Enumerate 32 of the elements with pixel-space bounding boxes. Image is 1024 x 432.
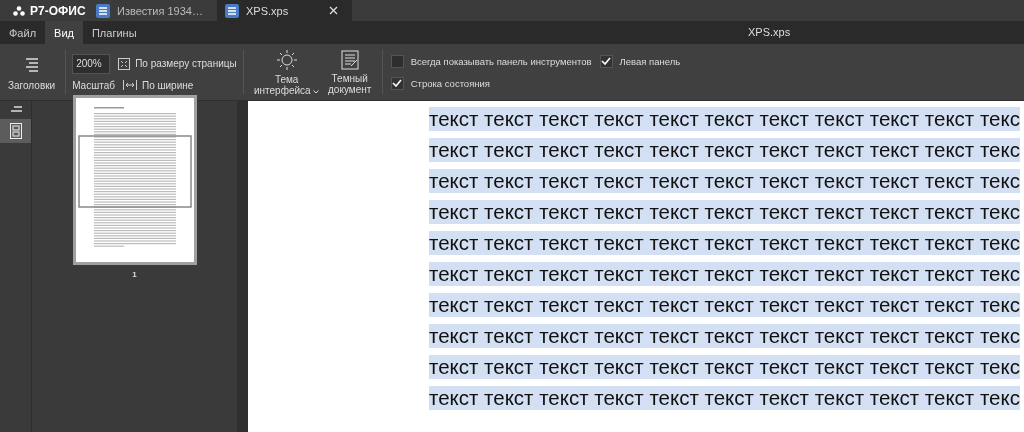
- window-title: XPS.xps: [748, 26, 791, 38]
- headings-icon: [8, 106, 23, 114]
- checkbox[interactable]: [390, 54, 404, 68]
- document-tab[interactable]: Известия 1934…: [88, 0, 217, 21]
- app-name: Р7-ОФИС: [30, 3, 86, 18]
- checkbox-label: Левая панель: [619, 55, 681, 67]
- menu-tab[interactable]: Файл: [0, 21, 46, 44]
- fit-page-icon: [118, 57, 131, 70]
- close-icon[interactable]: [329, 6, 339, 15]
- zoom-dropdown[interactable]: 200%: [72, 53, 111, 74]
- thumbnails-panel-button[interactable]: [0, 119, 31, 143]
- page-number: 1: [132, 270, 137, 279]
- theme-button[interactable]: Тема интерфейса: [249, 46, 324, 98]
- zoom-label: Масштаб: [72, 79, 115, 91]
- document-icon: [340, 49, 359, 70]
- menu-tab[interactable]: Плагины: [82, 21, 146, 44]
- checkbox[interactable]: [390, 76, 404, 90]
- checkbox-label: Строка состояния: [410, 77, 490, 89]
- dots-logo-icon: [13, 5, 25, 16]
- fit-width-icon: [122, 80, 137, 90]
- document-tab[interactable]: XPS.xps: [216, 0, 353, 21]
- checkbox[interactable]: [599, 54, 613, 68]
- document-icon: [224, 3, 239, 18]
- page-icon: [9, 123, 22, 139]
- fit-width-button[interactable]: По ширине: [122, 79, 194, 91]
- dark-document-button[interactable]: Темный документ: [323, 47, 376, 97]
- checkbox-label: Всегда показывать панель инструментов: [410, 55, 592, 67]
- headings-button[interactable]: Заголовки: [4, 51, 60, 93]
- fit-page-button[interactable]: По размеру страницы: [118, 57, 237, 70]
- document-icon: [96, 3, 110, 18]
- menu-tab[interactable]: Вид: [45, 21, 83, 44]
- sun-icon: [275, 48, 298, 71]
